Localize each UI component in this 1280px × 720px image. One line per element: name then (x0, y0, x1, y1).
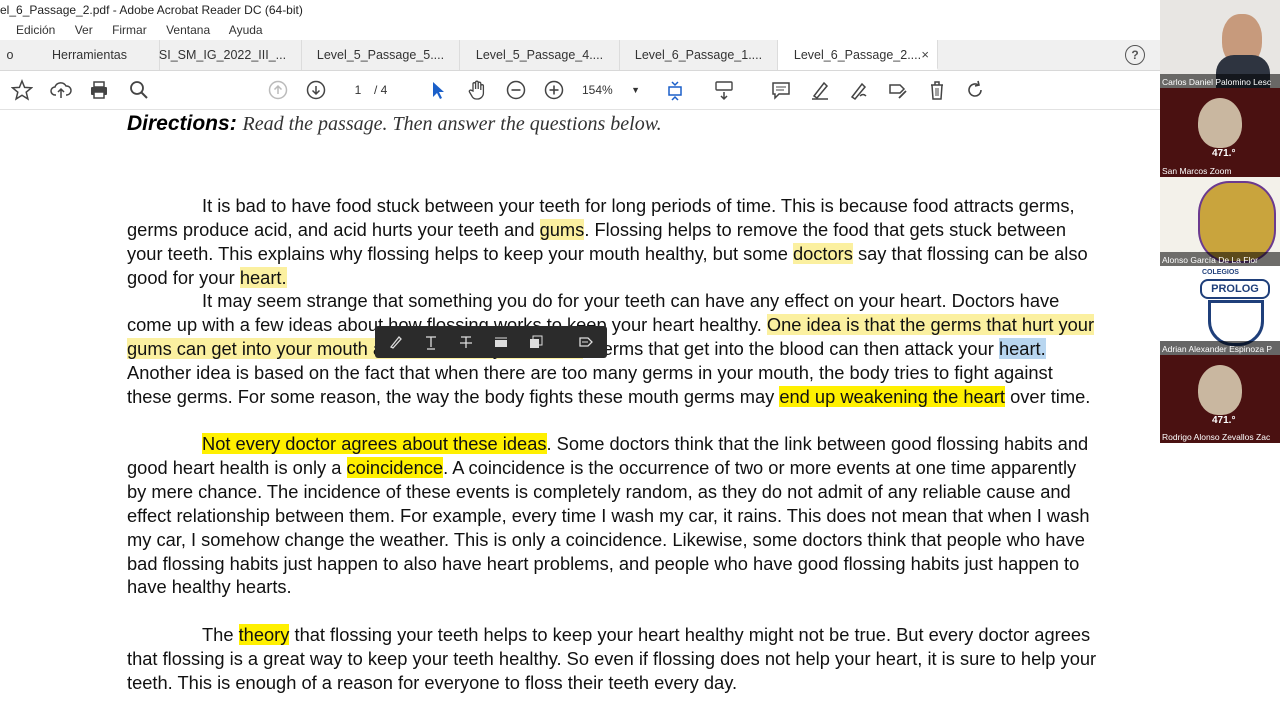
zoom-level-select[interactable]: 154% ▼ (582, 80, 642, 100)
strikethrough-icon[interactable] (457, 333, 475, 351)
emblem-label: 471.° (1212, 148, 1236, 159)
menu-firmar[interactable]: Firmar (112, 23, 147, 37)
participant-name: Rodrigo Alonso Zevallos Zac (1162, 432, 1271, 442)
participant-name: Carlos Daniel Palomino Lesc (1162, 77, 1272, 87)
fit-page-icon[interactable] (664, 79, 686, 101)
p1-highlight-doctors: doctors (792, 242, 853, 264)
p2-highlight-weakening: end up weakening the heart (779, 385, 1005, 407)
p2-text-c: Germs that get into the blood can then a… (583, 337, 999, 359)
p2-selected-heart: heart. (998, 337, 1046, 359)
tab-tools[interactable]: Herramientas (20, 40, 160, 70)
tab-label: Level_6_Passage_2.... (793, 48, 922, 62)
directions: Directions: Read the passage. Then answe… (127, 112, 662, 136)
highlight-pen-icon[interactable] (387, 333, 405, 351)
help-icon[interactable]: ? (1125, 45, 1145, 65)
print-icon[interactable] (88, 79, 110, 101)
tab-document-2[interactable]: Level_5_Passage_5.... (302, 40, 460, 70)
chevron-down-icon: ▼ (631, 85, 640, 95)
video-tile-5[interactable]: 471.° Rodrigo Alonso Zevallos Zac (1160, 355, 1280, 443)
tab-bar: o Herramientas SI_SM_IG_2022_III_... Lev… (0, 40, 1160, 71)
participant-name: Alonso García De La Flor (1162, 255, 1258, 265)
toolbar: 1 / 4 154% ▼ (0, 71, 1160, 110)
paragraph-2: It may seem strange that something you d… (127, 289, 1097, 409)
p2-text-g: over time. (1005, 385, 1091, 407)
more-options-icon[interactable] (577, 333, 595, 351)
tab-home[interactable]: o (0, 40, 20, 70)
p4-text-a: The (202, 624, 239, 645)
video-tile-2[interactable]: 471.° San Marcos Zoom (1160, 88, 1280, 177)
close-icon[interactable]: × (921, 40, 929, 70)
menu-ayuda[interactable]: Ayuda (229, 23, 263, 37)
paragraph-4: The theory that flossing your teeth help… (127, 623, 1097, 695)
college-label: COLEGIOS (1202, 269, 1239, 276)
tab-document-5[interactable]: Level_6_Passage_2.... × (778, 40, 938, 70)
video-tile-1[interactable]: Carlos Daniel Palomino Lesc (1160, 0, 1280, 88)
paragraph-1: It is bad to have food stuck between you… (127, 194, 1097, 290)
directions-label: Directions: (127, 112, 237, 135)
redact-icon[interactable] (492, 333, 510, 351)
menu-ver[interactable]: Ver (75, 23, 93, 37)
search-icon[interactable] (128, 79, 150, 101)
p3-highlight-not-every-doctor: Not every doctor agrees about these idea… (202, 433, 547, 454)
paragraph-3: Not every doctor agrees about these idea… (127, 432, 1097, 599)
window-title: el_6_Passage_2.pdf - Adobe Acrobat Reade… (0, 0, 1160, 20)
star-icon[interactable] (10, 79, 34, 101)
video-tile-3[interactable]: Alonso García De La Flor (1160, 177, 1280, 266)
pdf-page[interactable]: Directions: Read the passage. Then answe… (0, 110, 1160, 720)
menu-bar: Edición Ver Firmar Ventana Ayuda (0, 20, 1160, 40)
menu-edicion[interactable]: Edición (16, 23, 55, 37)
page-number-input[interactable]: 1 (344, 80, 372, 100)
college-name: PROLOG (1200, 279, 1270, 299)
tab-document-4[interactable]: Level_6_Passage_1.... (620, 40, 778, 70)
university-emblem-icon (1198, 365, 1242, 415)
directions-text: Read the passage. Then answer the questi… (242, 113, 662, 135)
tab-document-3[interactable]: Level_5_Passage_4.... (460, 40, 620, 70)
highlight-pen-icon[interactable] (809, 79, 831, 101)
university-emblem-icon (1198, 98, 1242, 148)
menu-ventana[interactable]: Ventana (166, 23, 210, 37)
video-tile-4[interactable]: COLEGIOS PROLOG Adrian Alexander Espinoz… (1160, 266, 1280, 355)
p1-highlight-heart: heart. (239, 266, 287, 288)
annotation-popup (375, 326, 607, 358)
page-total: / 4 (374, 83, 388, 97)
p4-highlight-theory: theory (238, 624, 290, 645)
zoom-in-icon[interactable] (543, 79, 565, 101)
rotate-icon[interactable] (964, 79, 986, 101)
comment-icon[interactable] (770, 79, 792, 101)
p3-highlight-coincidence: coincidence (346, 456, 444, 478)
copy-icon[interactable] (527, 333, 545, 351)
next-page-icon[interactable] (305, 79, 327, 101)
zoom-out-icon[interactable] (505, 79, 527, 101)
zoom-value: 154% (582, 83, 613, 97)
upload-cloud-icon[interactable] (50, 79, 72, 101)
hand-tool-icon[interactable] (466, 79, 488, 101)
tab-document-1[interactable]: SI_SM_IG_2022_III_... (144, 40, 302, 70)
draw-icon[interactable] (848, 79, 870, 101)
previous-page-icon[interactable] (267, 79, 289, 101)
participant-name: Adrian Alexander Espinoza P (1162, 344, 1273, 354)
shield-icon (1208, 300, 1264, 346)
p1-highlight-gums: gums (539, 218, 585, 240)
keyboard-scroll-icon[interactable] (713, 79, 735, 101)
emblem-label: 471.° (1212, 415, 1236, 426)
text-underline-icon[interactable] (422, 333, 440, 351)
coat-of-arms-icon (1198, 181, 1276, 263)
edit-stamp-icon[interactable] (887, 79, 909, 101)
select-cursor-icon[interactable] (427, 79, 449, 101)
participant-name: San Marcos Zoom (1162, 166, 1232, 176)
trash-icon[interactable] (926, 79, 948, 101)
